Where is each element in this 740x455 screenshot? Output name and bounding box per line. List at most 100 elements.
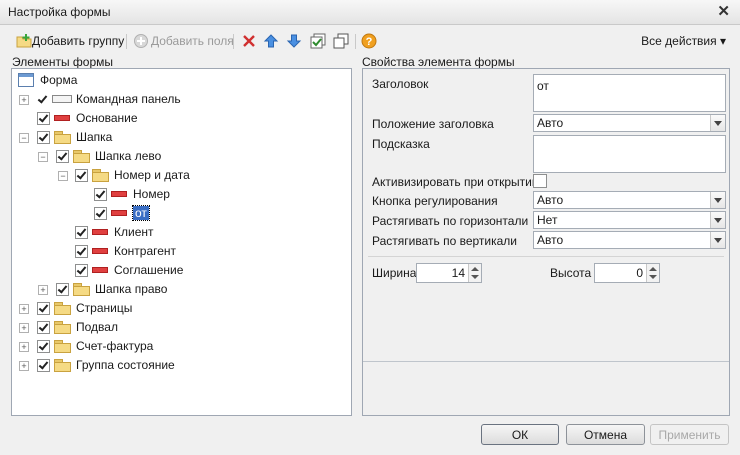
stretch-horizontal-label: Растягивать по горизонтали: [372, 214, 529, 228]
spinner-arrows-icon[interactable]: [646, 264, 659, 282]
tree-item-basis[interactable]: Основание: [37, 109, 138, 127]
visibility-checkbox[interactable]: [37, 111, 50, 125]
tree-item-label: Командная панель: [76, 92, 181, 106]
collapse-icon[interactable]: −: [38, 152, 48, 162]
visibility-checkbox[interactable]: [56, 149, 69, 163]
tree-item-label: Форма: [40, 73, 78, 87]
stretch-horizontal-value: Нет: [537, 213, 558, 227]
element-properties-header: Свойства элемента формы: [362, 55, 515, 69]
tree-item-from[interactable]: от: [94, 204, 150, 222]
visibility-checkbox[interactable]: [37, 301, 50, 315]
apply-button[interactable]: Применить: [650, 424, 729, 445]
visibility-checkbox[interactable]: [94, 206, 107, 220]
visibility-checkbox[interactable]: [37, 339, 50, 353]
tree-item-header-right[interactable]: Шапка право: [56, 280, 167, 298]
expand-icon[interactable]: +: [19, 323, 29, 333]
tree-item-label: от: [132, 205, 150, 221]
title-input[interactable]: от: [533, 74, 726, 112]
move-up-button[interactable]: [263, 32, 279, 50]
expand-icon[interactable]: +: [19, 95, 29, 105]
tree-item-header-left[interactable]: Шапка лево: [56, 147, 161, 165]
tree-item-label: Клиент: [114, 225, 154, 239]
command-panel-icon: [52, 95, 72, 103]
collapse-icon[interactable]: −: [58, 171, 68, 181]
spinner-arrows-icon[interactable]: [468, 264, 481, 282]
help-button[interactable]: ?: [361, 32, 377, 50]
visibility-checkbox[interactable]: [37, 94, 48, 105]
height-spinner[interactable]: 0: [594, 263, 660, 283]
form-elements-tree[interactable]: Форма + Командная панель Основание − Шап…: [11, 68, 352, 416]
field-icon: [92, 267, 108, 273]
tree-item-invoice[interactable]: Счет-фактура: [37, 337, 153, 355]
tree-item-client[interactable]: Клиент: [75, 223, 154, 241]
title-label: Заголовок: [372, 77, 429, 91]
title-bar: Настройка формы ✕: [0, 0, 740, 25]
stretch-horizontal-select[interactable]: Нет: [533, 211, 726, 229]
chevron-down-icon[interactable]: [710, 192, 725, 208]
chevron-down-icon[interactable]: [710, 212, 725, 228]
close-icon[interactable]: ✕: [717, 2, 730, 20]
tree-item-counterparty[interactable]: Контрагент: [75, 242, 176, 260]
all-actions-label: Все действия ▾: [641, 34, 726, 48]
tree-item-label: Шапка лево: [95, 149, 162, 163]
visibility-checkbox[interactable]: [94, 187, 107, 201]
tree-item-footer[interactable]: Подвал: [37, 318, 118, 336]
width-label: Ширина: [372, 266, 417, 280]
tree-item-status-group[interactable]: Группа состояние: [37, 356, 175, 374]
folder-icon: [54, 131, 71, 144]
collapse-icon[interactable]: −: [19, 133, 29, 143]
tree-item-pages[interactable]: Страницы: [37, 299, 132, 317]
title-position-select[interactable]: Авто: [533, 114, 726, 132]
add-group-button[interactable]: Добавить группу: [16, 32, 124, 50]
field-icon: [92, 229, 108, 235]
visibility-checkbox[interactable]: [75, 225, 88, 239]
visibility-checkbox[interactable]: [37, 358, 50, 372]
folder-icon: [92, 169, 109, 182]
hint-input[interactable]: [533, 135, 726, 173]
expand-icon[interactable]: +: [38, 285, 48, 295]
height-label: Высота: [550, 266, 592, 280]
expand-icon[interactable]: +: [19, 342, 29, 352]
tree-item-label: Номер и дата: [114, 168, 190, 182]
tree-item-label: Контрагент: [114, 244, 177, 258]
title-position-label: Положение заголовка: [372, 117, 494, 131]
chevron-down-icon[interactable]: [710, 232, 725, 248]
expand-icon[interactable]: +: [19, 304, 29, 314]
activate-on-open-checkbox[interactable]: [533, 174, 547, 188]
ok-button[interactable]: ОК: [481, 424, 559, 445]
add-fields-button[interactable]: Добавить поля: [133, 32, 234, 50]
delete-button[interactable]: [241, 32, 257, 50]
check-all-button[interactable]: [310, 32, 326, 50]
visibility-checkbox[interactable]: [56, 282, 69, 296]
visibility-checkbox[interactable]: [75, 168, 88, 182]
width-spinner[interactable]: 14: [416, 263, 482, 283]
add-fields-icon: [134, 34, 148, 48]
tree-item-label: Соглашение: [114, 263, 184, 277]
field-icon: [92, 248, 108, 254]
tree-item-number[interactable]: Номер: [94, 185, 170, 203]
visibility-checkbox[interactable]: [75, 244, 88, 258]
cancel-button[interactable]: Отмена: [566, 424, 645, 445]
tree-item-header-group[interactable]: Шапка: [37, 128, 112, 146]
visibility-checkbox[interactable]: [37, 320, 50, 334]
visibility-checkbox[interactable]: [37, 130, 50, 144]
tree-item-form[interactable]: Форма: [18, 71, 77, 89]
delete-icon: [243, 35, 255, 47]
visibility-checkbox[interactable]: [75, 263, 88, 277]
divider: [368, 256, 724, 257]
toolbar: Добавить группу Добавить поля ? Все дейс…: [0, 29, 740, 53]
tree-item-number-date[interactable]: Номер и дата: [75, 166, 190, 184]
chevron-down-icon[interactable]: [710, 115, 725, 131]
move-down-button[interactable]: [286, 32, 302, 50]
all-actions-menu[interactable]: Все действия ▾: [641, 32, 726, 50]
folder-icon: [54, 340, 71, 353]
expand-icon[interactable]: +: [19, 361, 29, 371]
form-elements-header: Элементы формы: [12, 55, 114, 69]
tree-item-label: Группа состояние: [76, 358, 175, 372]
copy-button[interactable]: [333, 32, 349, 50]
tree-item-agreement[interactable]: Соглашение: [75, 261, 183, 279]
stretch-vertical-select[interactable]: Авто: [533, 231, 726, 249]
form-icon: [18, 73, 34, 87]
adjust-button-select[interactable]: Авто: [533, 191, 726, 209]
tree-item-command-panel[interactable]: Командная панель: [37, 90, 181, 108]
